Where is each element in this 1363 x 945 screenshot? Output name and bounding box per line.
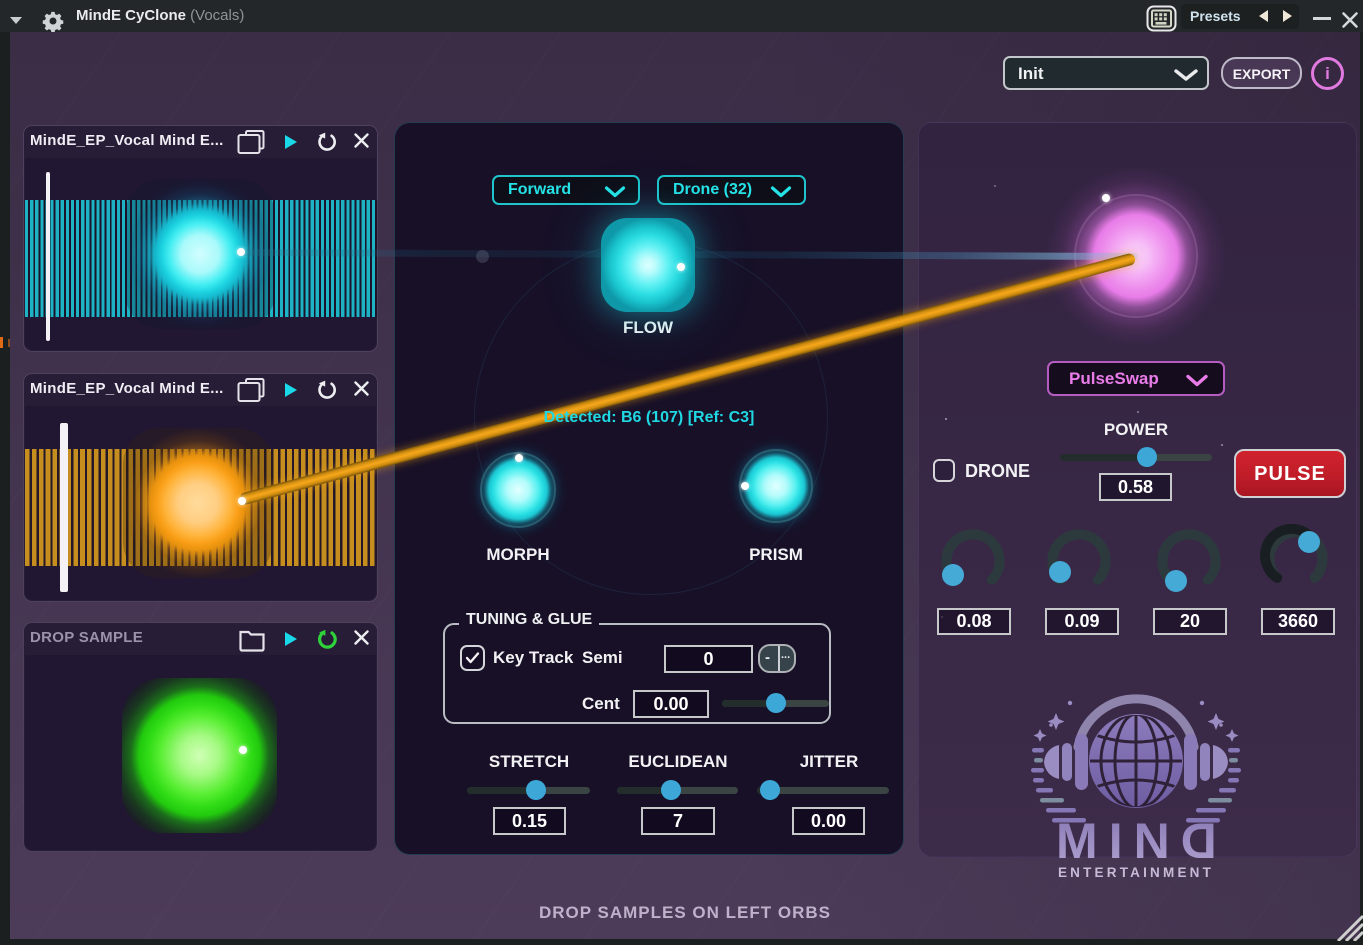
svg-text:D: D — [1181, 813, 1217, 869]
svg-text:ENTERTAINMENT: ENTERTAINMENT — [1058, 865, 1214, 880]
svg-text:I: I — [1109, 813, 1123, 869]
svg-text:N: N — [1134, 813, 1170, 869]
svg-text:M: M — [1056, 813, 1098, 869]
